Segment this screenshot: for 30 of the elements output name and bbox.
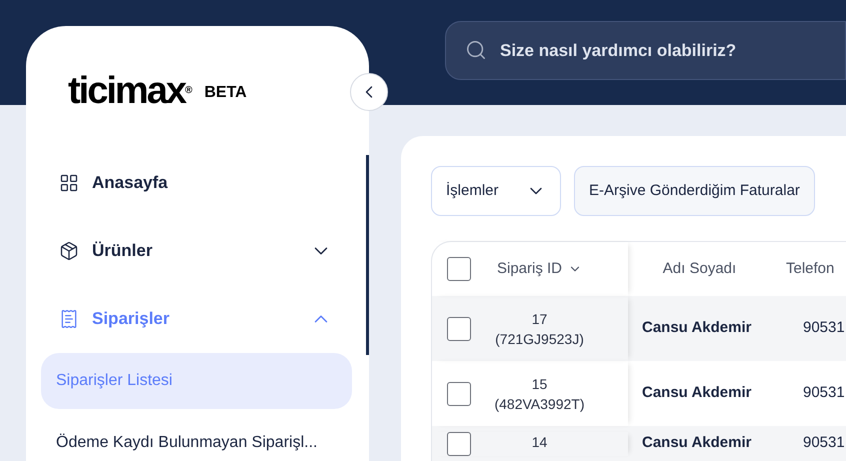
submenu-item[interactable]: Ödeme Kaydı Bulunmayan Siparişl... [41, 415, 352, 461]
table-cell-text: 90531 [802, 383, 845, 404]
table-cell-text: Cansu Akdemir [641, 318, 752, 338]
checkbox[interactable] [447, 382, 471, 406]
menu-item[interactable]: Siparişler [41, 285, 352, 353]
scrollbar[interactable] [366, 155, 369, 355]
table-cell-text: Cansu Akdemir [641, 383, 752, 404]
table-cell-text: 90531 [802, 318, 845, 338]
column-header[interactable]: Adı Soyadı [662, 258, 736, 280]
beta-label: BETA [204, 83, 247, 103]
menu-icon [59, 241, 79, 261]
actions-dropdown[interactable]: İşlemler [431, 166, 561, 216]
checkbox[interactable] [447, 316, 471, 340]
menu-icon [59, 309, 79, 329]
order-id-cell-text: 15 (482VA3992T) [493, 374, 586, 414]
search-field[interactable]: Size nasıl yardımcı olabiliriz? [445, 21, 846, 80]
filter-button[interactable]: E-Arşive Gönderdiğim Faturalar [574, 166, 815, 216]
search-icon [465, 39, 487, 61]
menu-item[interactable]: Anasayfa [41, 149, 352, 217]
checkbox[interactable] [447, 432, 471, 456]
order-id-cell-text: 17 (721GJ9523J) [494, 310, 585, 348]
menu-icon [59, 173, 79, 193]
logo-wordmark: ticimax® [68, 73, 192, 109]
table-cell-text: Cansu Akdemir [641, 433, 752, 453]
menu-item[interactable]: Ürünler [41, 217, 352, 285]
column-header[interactable]: Sipariş ID [496, 258, 562, 280]
column-header[interactable]: Telefon [786, 258, 834, 280]
order-id-cell-text: 14 [530, 433, 548, 452]
table-cell-text: 90531 [802, 433, 845, 453]
checkbox[interactable] [447, 257, 471, 281]
